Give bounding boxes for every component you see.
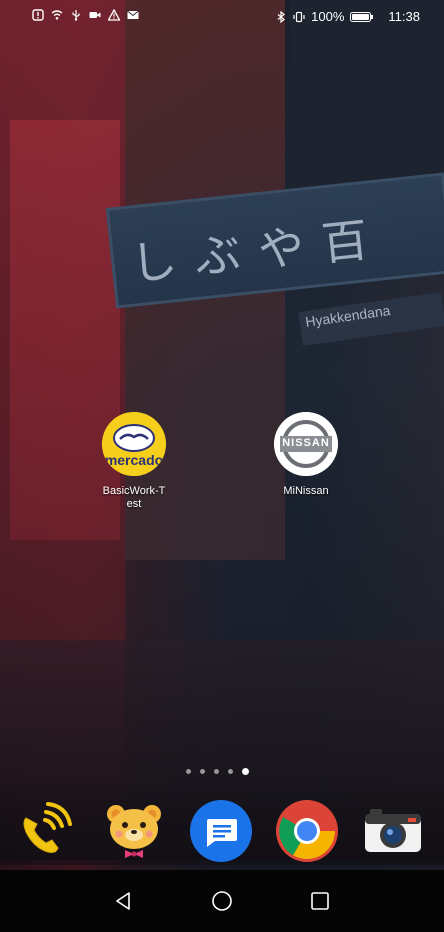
battery-percent: 100% (311, 9, 345, 24)
phone-app[interactable] (12, 798, 78, 864)
messages-icon (190, 800, 252, 862)
recents-button[interactable] (307, 888, 333, 914)
home-icon (212, 891, 232, 911)
app-minissan[interactable]: NISSAN MiNissan (261, 412, 351, 498)
page-indicator (186, 768, 249, 775)
back-icon (116, 892, 130, 910)
page-dot[interactable] (214, 769, 219, 774)
clock: 11:38 (388, 9, 420, 24)
phone-icon (23, 802, 72, 853)
page-dot[interactable] (228, 769, 233, 774)
camera-icon (365, 809, 421, 852)
usb-icon (72, 10, 80, 21)
navigation-bar (0, 870, 444, 932)
chrome-icon (276, 800, 338, 862)
status-bar: 100% 11:38 (0, 0, 444, 34)
nissan-icon: NISSAN (274, 412, 338, 476)
recents-icon (311, 892, 329, 910)
camera-app[interactable] (360, 798, 426, 864)
mercado-icon: mercado (102, 412, 166, 476)
warning-icon (108, 9, 120, 21)
nissan-icon-text: NISSAN (282, 437, 330, 449)
page-dot[interactable] (186, 769, 191, 774)
messages-app[interactable] (188, 798, 254, 864)
home-screen: しぶや百 Hyakkendana 100% 11:38 mercado Basi… (0, 0, 444, 932)
page-dot[interactable] (200, 769, 205, 774)
back-button[interactable] (111, 888, 137, 914)
mail-icon (127, 10, 139, 19)
app-basicwork-test[interactable]: mercado BasicWork-Test (89, 412, 179, 511)
notification-icon (32, 9, 44, 21)
home-button[interactable] (209, 888, 235, 914)
vibrate-icon (293, 11, 305, 22)
mercado-icon-text: mercado (104, 452, 164, 468)
wifi-icon (51, 10, 63, 20)
video-icon (89, 12, 101, 18)
page-dot-active[interactable] (242, 768, 249, 775)
battery-icon (350, 11, 374, 22)
bear-app[interactable] (101, 798, 167, 864)
app-label: BasicWork-Test (102, 485, 166, 510)
bluetooth-icon (277, 10, 286, 23)
app-label: MiNissan (283, 485, 329, 497)
bear-icon (107, 805, 161, 858)
chrome-app[interactable] (274, 798, 340, 864)
